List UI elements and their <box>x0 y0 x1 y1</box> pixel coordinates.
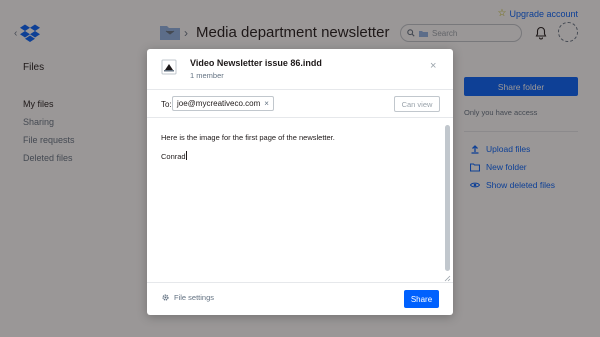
to-label: To: <box>161 100 172 109</box>
remove-recipient-icon[interactable]: × <box>264 99 269 108</box>
file-settings-label: File settings <box>174 293 215 302</box>
scrollbar[interactable] <box>445 125 450 271</box>
resize-handle-icon[interactable] <box>444 275 451 282</box>
file-settings-link[interactable]: File settings <box>161 293 214 302</box>
share-button[interactable]: Share <box>404 290 439 308</box>
message-line: Here is the image for the first page of … <box>161 133 335 142</box>
recipient-chip[interactable]: joe@mycreativeco.com × <box>172 96 274 111</box>
dialog-footer: File settings Share <box>147 282 453 315</box>
share-file-dialog: Video Newsletter issue 86.indd 1 member … <box>147 49 453 315</box>
file-name: Video Newsletter issue 86.indd <box>190 58 322 68</box>
message-textarea[interactable]: Here is the image for the first page of … <box>147 119 453 282</box>
indesign-file-icon <box>161 59 177 75</box>
text-cursor <box>185 151 187 160</box>
gear-icon <box>162 294 169 301</box>
recipients-row[interactable]: To: joe@mycreativeco.com × Can view <box>147 89 453 118</box>
message-line: Conrad <box>161 151 187 161</box>
message-signature: Conrad <box>161 152 186 161</box>
recipient-email: joe@mycreativeco.com <box>177 99 261 108</box>
dialog-header: Video Newsletter issue 86.indd 1 member … <box>147 49 453 89</box>
member-count[interactable]: 1 member <box>190 71 224 80</box>
close-icon[interactable]: × <box>430 60 436 72</box>
permission-dropdown[interactable]: Can view <box>394 96 440 112</box>
